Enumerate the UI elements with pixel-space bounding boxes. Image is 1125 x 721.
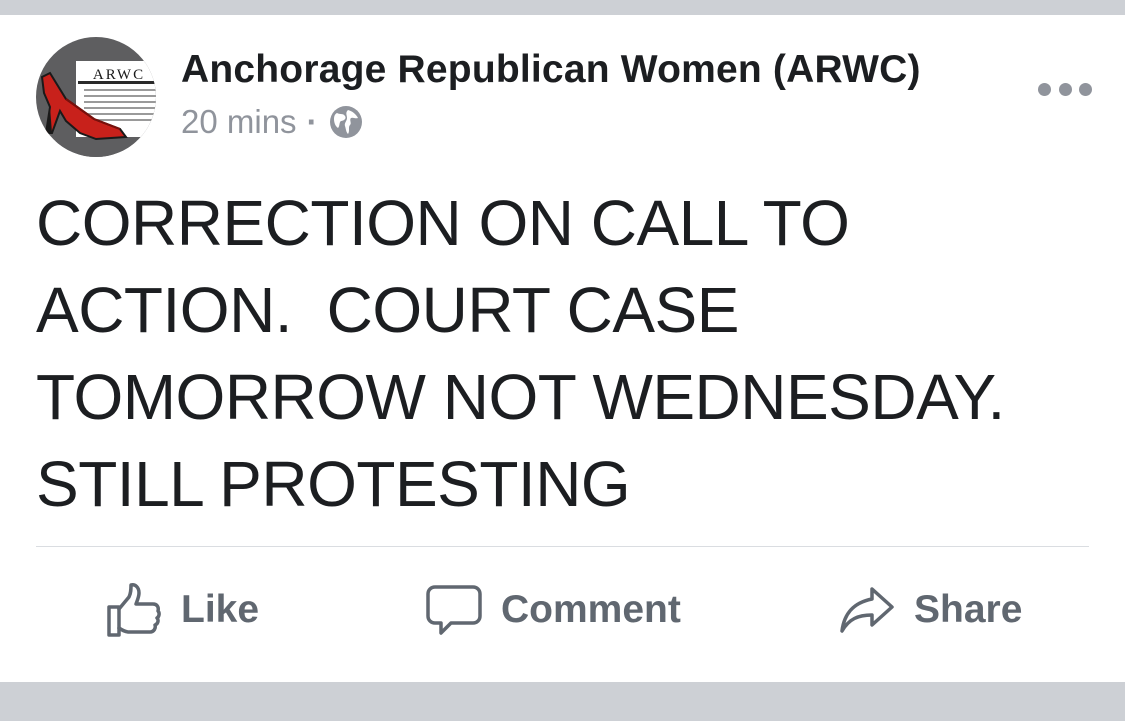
post-timestamp[interactable]: 20 mins [181,103,297,141]
feed-background-bottom [0,682,1125,721]
share-button[interactable]: Share [838,575,1022,645]
svg-text:ARWC: ARWC [93,67,145,83]
author-name[interactable]: Anchorage Republican Women (ARWC) [181,48,921,92]
feed-background-top [0,0,1125,15]
divider [36,546,1089,547]
ellipsis-icon [1058,82,1072,96]
like-button[interactable]: Like [105,575,259,645]
ellipsis-icon [1079,82,1092,96]
ellipsis-icon [1038,82,1051,96]
avatar-logo-icon: ARWC [36,37,156,157]
comment-button[interactable]: Comment [425,575,681,645]
speech-bubble-icon [426,585,482,635]
share-arrow-icon [840,587,894,633]
more-options-button[interactable] [1038,76,1092,102]
like-label: Like [181,588,260,631]
post-meta: 20 mins · [181,100,364,144]
globe-icon [328,104,364,140]
share-label: Share [914,588,1023,631]
meta-separator: · [306,103,318,140]
thumbs-up-icon [107,583,161,637]
post-body-text: CORRECTION ON CALL TO ACTION. COURT CASE… [36,187,1005,520]
avatar[interactable]: ARWC [36,37,156,157]
comment-label: Comment [501,588,681,631]
